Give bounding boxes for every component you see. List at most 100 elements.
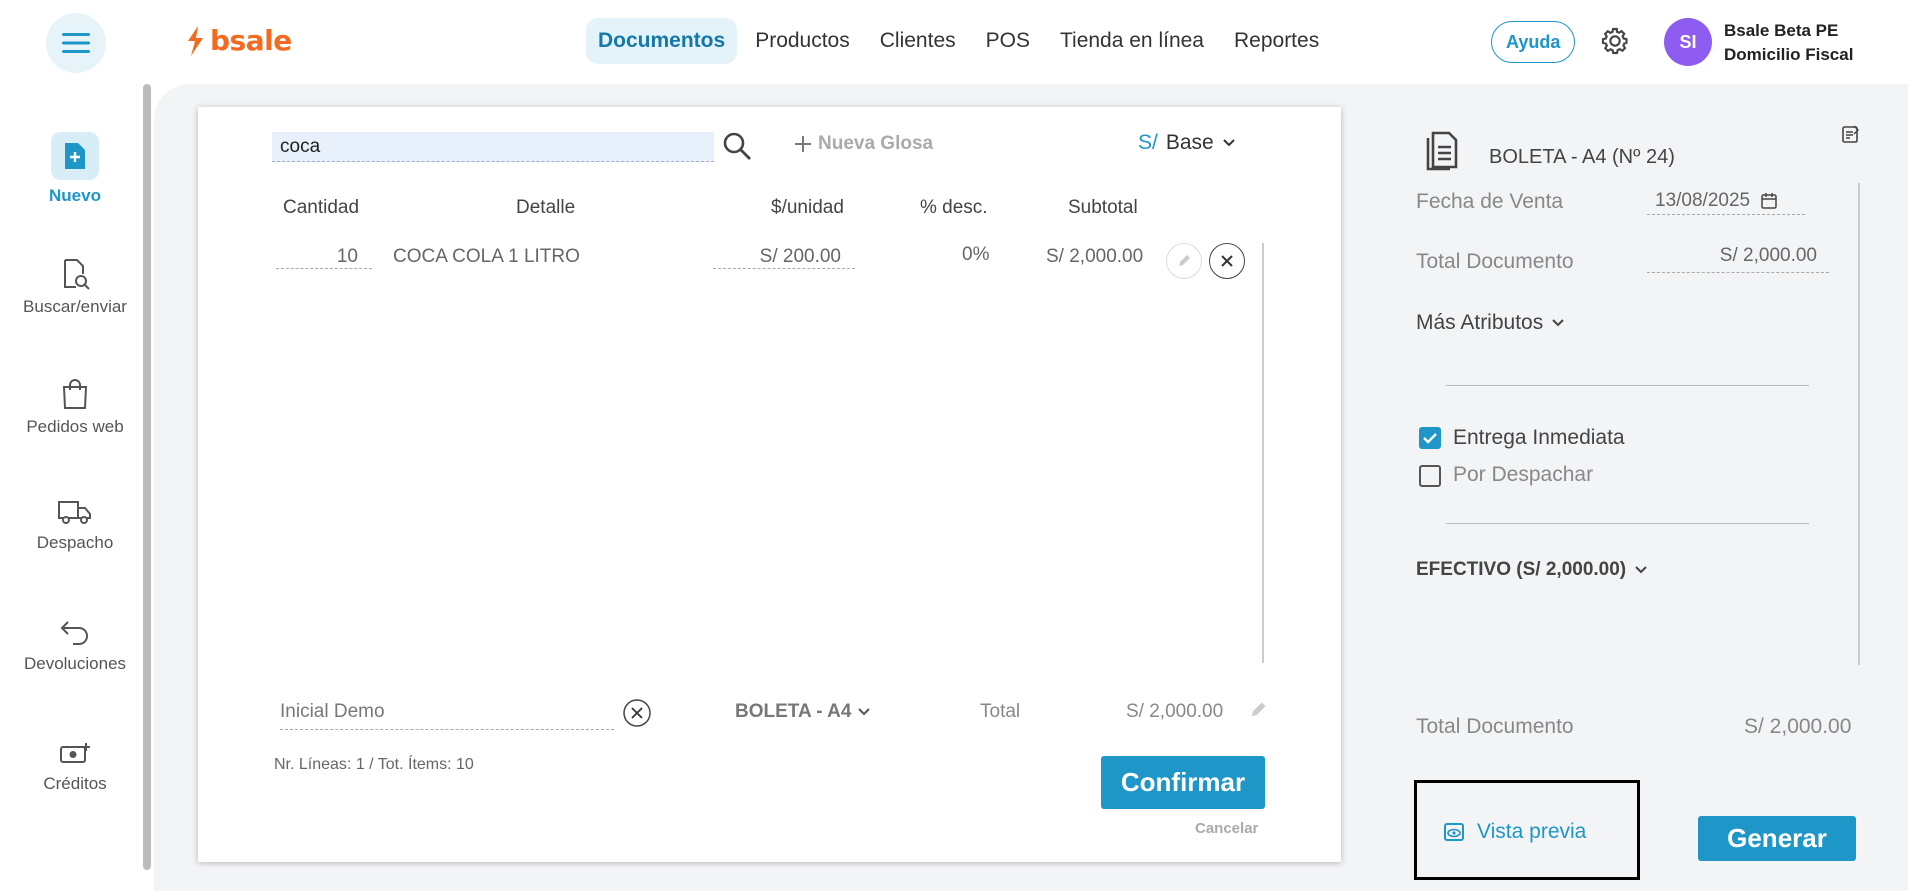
fecha-venta-value: 13/08/2025 bbox=[1655, 189, 1751, 211]
sidebar-scrollbar[interactable] bbox=[143, 84, 151, 870]
total-label: Total bbox=[980, 701, 1021, 722]
sidebar-item-buscar[interactable]: Buscar/enviar bbox=[0, 257, 150, 317]
sidebar-item-nuevo[interactable]: Nuevo bbox=[0, 132, 150, 206]
account-branch: Domicilio Fiscal bbox=[1724, 45, 1854, 64]
por-despachar-checkbox[interactable] bbox=[1419, 465, 1441, 487]
sidebar-item-label: Despacho bbox=[36, 533, 114, 552]
detail-cell: COCA COLA 1 LITRO bbox=[393, 246, 580, 267]
divider bbox=[1446, 523, 1809, 524]
edit-row-button[interactable] bbox=[1166, 243, 1202, 279]
more-attributes-toggle[interactable]: Más Atributos bbox=[1416, 311, 1565, 335]
clear-client-icon[interactable] bbox=[622, 698, 652, 728]
sidebar-item-creditos[interactable]: Créditos bbox=[0, 740, 150, 794]
nueva-glosa-label: Nueva Glosa bbox=[818, 133, 934, 154]
product-search-input[interactable]: coca bbox=[272, 132, 714, 162]
divider bbox=[1446, 385, 1809, 386]
avatar[interactable]: SI bbox=[1664, 18, 1712, 66]
column-header-desc: % desc. bbox=[920, 197, 988, 218]
notes-icon[interactable] bbox=[1841, 124, 1861, 144]
total-documento-label: Total Documento bbox=[1416, 250, 1574, 273]
cancel-link[interactable]: Cancelar bbox=[1195, 820, 1258, 837]
document-icon bbox=[1426, 131, 1458, 171]
vista-previa-label: Vista previa bbox=[1477, 820, 1587, 843]
discount-field[interactable]: 0% bbox=[962, 244, 989, 266]
total-documento-bottom-value: S/ 2,000.00 bbox=[1744, 715, 1852, 738]
column-header-unidad: $/unidad bbox=[771, 197, 844, 218]
chevron-down-icon bbox=[1223, 139, 1235, 147]
vista-previa-button[interactable]: Vista previa bbox=[1443, 820, 1586, 844]
fecha-venta-field[interactable]: 13/08/2025 bbox=[1647, 187, 1805, 215]
subtotal-cell: S/ 2,000.00 bbox=[1046, 246, 1144, 267]
client-field[interactable]: Inicial Demo bbox=[280, 701, 614, 730]
total-documento-value: S/ 2,000.00 bbox=[1647, 245, 1829, 273]
document-title: BOLETA - A4 (Nº 24) bbox=[1489, 146, 1675, 168]
price-list-select[interactable]: S/ Base bbox=[1138, 131, 1236, 155]
unit-price-field[interactable]: S/ 200.00 bbox=[713, 246, 855, 269]
preview-eye-icon bbox=[1444, 823, 1464, 841]
cash-plus-icon bbox=[60, 743, 90, 763]
nueva-glosa-button[interactable]: Nueva Glosa bbox=[794, 133, 933, 155]
check-icon bbox=[1423, 433, 1437, 444]
hamburger-icon bbox=[62, 33, 90, 53]
chevron-down-icon bbox=[858, 708, 871, 716]
help-button[interactable]: Ayuda bbox=[1491, 21, 1576, 63]
total-value: S/ 2,000.00 bbox=[1126, 701, 1224, 722]
nav-tienda-en-linea[interactable]: Tienda en línea bbox=[1048, 18, 1216, 64]
sidebar-item-label: Créditos bbox=[43, 774, 107, 793]
document-type-value: BOLETA - A4 bbox=[735, 701, 852, 722]
generate-button[interactable]: Generar bbox=[1698, 816, 1856, 861]
nav-reportes[interactable]: Reportes bbox=[1222, 18, 1331, 64]
por-despachar-label: Por Despachar bbox=[1453, 463, 1594, 486]
column-header-subtotal: Subtotal bbox=[1068, 197, 1138, 218]
pencil-icon[interactable] bbox=[1248, 700, 1268, 720]
nav-documentos[interactable]: Documentos bbox=[586, 18, 738, 64]
main-nav: Documentos Productos Clientes POS Tienda… bbox=[586, 18, 1337, 64]
account-name: Bsale Beta PE bbox=[1724, 21, 1839, 40]
top-bar: bsale Documentos Productos Clientes POS … bbox=[0, 0, 1908, 84]
plus-icon bbox=[795, 136, 811, 152]
nav-clientes[interactable]: Clientes bbox=[868, 18, 968, 64]
search-icon[interactable] bbox=[721, 130, 753, 162]
entrega-inmediata-checkbox[interactable] bbox=[1419, 427, 1441, 449]
remove-row-button[interactable] bbox=[1209, 243, 1245, 279]
line-item-counts: Nr. Líneas: 1 / Tot. Ítems: 10 bbox=[274, 756, 474, 773]
truck-icon bbox=[58, 501, 91, 524]
account-info[interactable]: Bsale Beta PE Domicilio Fiscal bbox=[1724, 19, 1853, 67]
summary-scrollbar bbox=[1858, 183, 1860, 665]
shopping-bag-icon bbox=[62, 379, 88, 409]
logo-text: bsale bbox=[210, 24, 292, 57]
table-scrollbar bbox=[1262, 243, 1264, 663]
sidebar-item-devoluciones[interactable]: Devoluciones bbox=[0, 618, 150, 674]
nav-pos[interactable]: POS bbox=[974, 18, 1042, 64]
document-type-select[interactable]: BOLETA - A4 bbox=[735, 701, 871, 723]
sidebar-item-pedidos-web[interactable]: Pedidos web bbox=[0, 377, 150, 437]
more-attributes-label: Más Atributos bbox=[1416, 311, 1544, 334]
document-editor-card: coca Nueva Glosa S/ Base Cantidad Detall… bbox=[198, 107, 1341, 862]
close-icon bbox=[1221, 255, 1233, 267]
column-header-cantidad: Cantidad bbox=[283, 197, 360, 218]
hamburger-menu-button[interactable] bbox=[46, 13, 106, 73]
document-search-icon bbox=[64, 259, 90, 290]
bolt-logo-icon bbox=[188, 25, 203, 56]
sidebar: Nuevo Buscar/enviar Pedidos web Despacho… bbox=[0, 84, 150, 891]
return-arrow-icon bbox=[60, 621, 88, 645]
payment-method-value: EFECTIVO (S/ 2,000.00) bbox=[1416, 559, 1627, 580]
pencil-icon bbox=[1179, 255, 1190, 266]
payment-method-select[interactable]: EFECTIVO (S/ 2,000.00) bbox=[1416, 559, 1648, 581]
nav-productos[interactable]: Productos bbox=[743, 18, 862, 64]
calendar-icon bbox=[1761, 192, 1777, 209]
chevron-down-icon bbox=[1552, 319, 1564, 327]
column-header-detalle: Detalle bbox=[516, 197, 576, 218]
price-list-value: Base bbox=[1165, 131, 1214, 154]
total-documento-bottom-label: Total Documento bbox=[1416, 715, 1574, 738]
confirm-button[interactable]: Confirmar bbox=[1101, 756, 1265, 809]
quantity-field[interactable]: 10 bbox=[276, 246, 372, 269]
chevron-down-icon bbox=[1635, 566, 1647, 574]
bsale-logo[interactable]: bsale bbox=[184, 24, 292, 57]
gear-icon[interactable] bbox=[1599, 25, 1631, 57]
sidebar-item-label: Pedidos web bbox=[26, 417, 124, 436]
sidebar-item-despacho[interactable]: Despacho bbox=[0, 497, 150, 553]
new-document-icon bbox=[65, 143, 85, 169]
sidebar-item-label: Nuevo bbox=[49, 186, 101, 205]
sidebar-item-label: Buscar/enviar bbox=[23, 297, 127, 316]
